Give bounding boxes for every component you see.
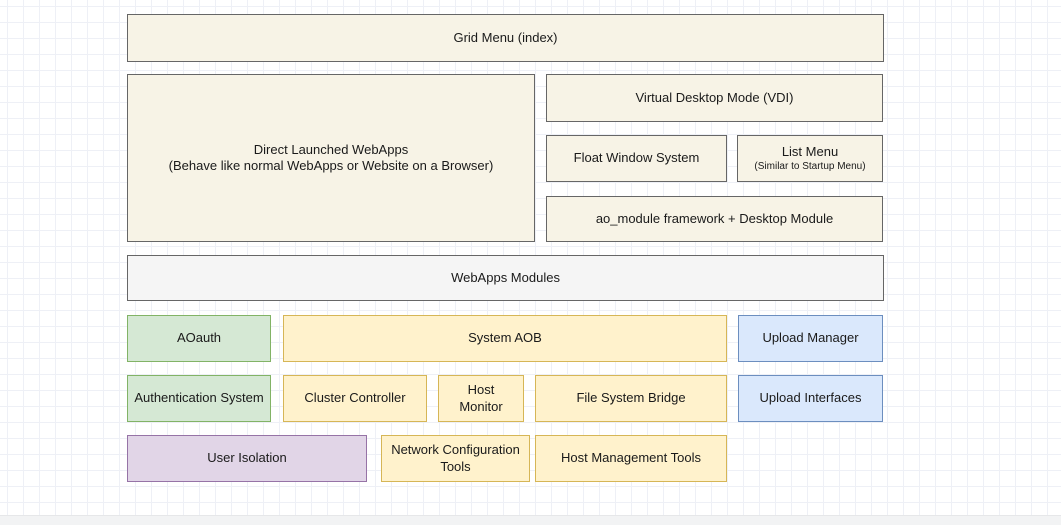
shape-virtual-desktop-mode-label: Virtual Desktop Mode (VDI) [636, 90, 794, 106]
shape-webapps-modules[interactable]: WebApps Modules [127, 255, 884, 301]
shape-virtual-desktop-mode[interactable]: Virtual Desktop Mode (VDI) [546, 74, 883, 122]
shape-direct-launched-webapps[interactable]: Direct Launched WebApps (Behave like nor… [127, 74, 535, 242]
shape-list-menu-label: List Menu [782, 144, 838, 160]
shape-list-menu-sublabel: (Similar to Startup Menu) [754, 161, 865, 174]
shape-file-system-bridge[interactable]: File System Bridge [535, 375, 727, 422]
shape-user-isolation-label: User Isolation [207, 450, 286, 466]
shape-list-menu[interactable]: List Menu (Similar to Startup Menu) [737, 135, 883, 182]
horizontal-scrollbar[interactable] [0, 515, 1061, 525]
shape-grid-menu-label: Grid Menu (index) [453, 30, 557, 46]
shape-ao-module-framework[interactable]: ao_module framework + Desktop Module [546, 196, 883, 242]
shape-system-aob-label: System AOB [468, 330, 542, 346]
shape-authentication-system-label: Authentication System [134, 390, 263, 406]
shape-grid-menu[interactable]: Grid Menu (index) [127, 14, 884, 62]
shape-host-management-tools[interactable]: Host Management Tools [535, 435, 727, 482]
shape-aoauth-label: AOauth [177, 330, 221, 346]
shape-upload-interfaces-label: Upload Interfaces [760, 390, 862, 406]
shape-file-system-bridge-label: File System Bridge [576, 390, 685, 406]
shape-host-management-tools-label: Host Management Tools [561, 450, 701, 466]
shape-user-isolation[interactable]: User Isolation [127, 435, 367, 482]
shape-upload-manager[interactable]: Upload Manager [738, 315, 883, 362]
shape-float-window-system[interactable]: Float Window System [546, 135, 727, 182]
shape-webapps-modules-label: WebApps Modules [451, 270, 560, 286]
shape-aoauth[interactable]: AOauth [127, 315, 271, 362]
shape-host-monitor-label: Host Monitor [445, 382, 517, 415]
shape-direct-launched-webapps-label: Direct Launched WebApps (Behave like nor… [169, 142, 494, 175]
shape-network-configuration-tools[interactable]: Network Configuration Tools [381, 435, 530, 482]
shape-upload-manager-label: Upload Manager [762, 330, 858, 346]
shape-cluster-controller[interactable]: Cluster Controller [283, 375, 427, 422]
shape-system-aob[interactable]: System AOB [283, 315, 727, 362]
shape-cluster-controller-label: Cluster Controller [304, 390, 405, 406]
shape-host-monitor[interactable]: Host Monitor [438, 375, 524, 422]
shape-network-configuration-tools-label: Network Configuration Tools [388, 442, 523, 475]
shape-authentication-system[interactable]: Authentication System [127, 375, 271, 422]
shape-float-window-system-label: Float Window System [574, 150, 700, 166]
shape-upload-interfaces[interactable]: Upload Interfaces [738, 375, 883, 422]
diagram-canvas[interactable]: Grid Menu (index) Direct Launched WebApp… [0, 0, 1061, 525]
shape-ao-module-framework-label: ao_module framework + Desktop Module [596, 211, 833, 227]
